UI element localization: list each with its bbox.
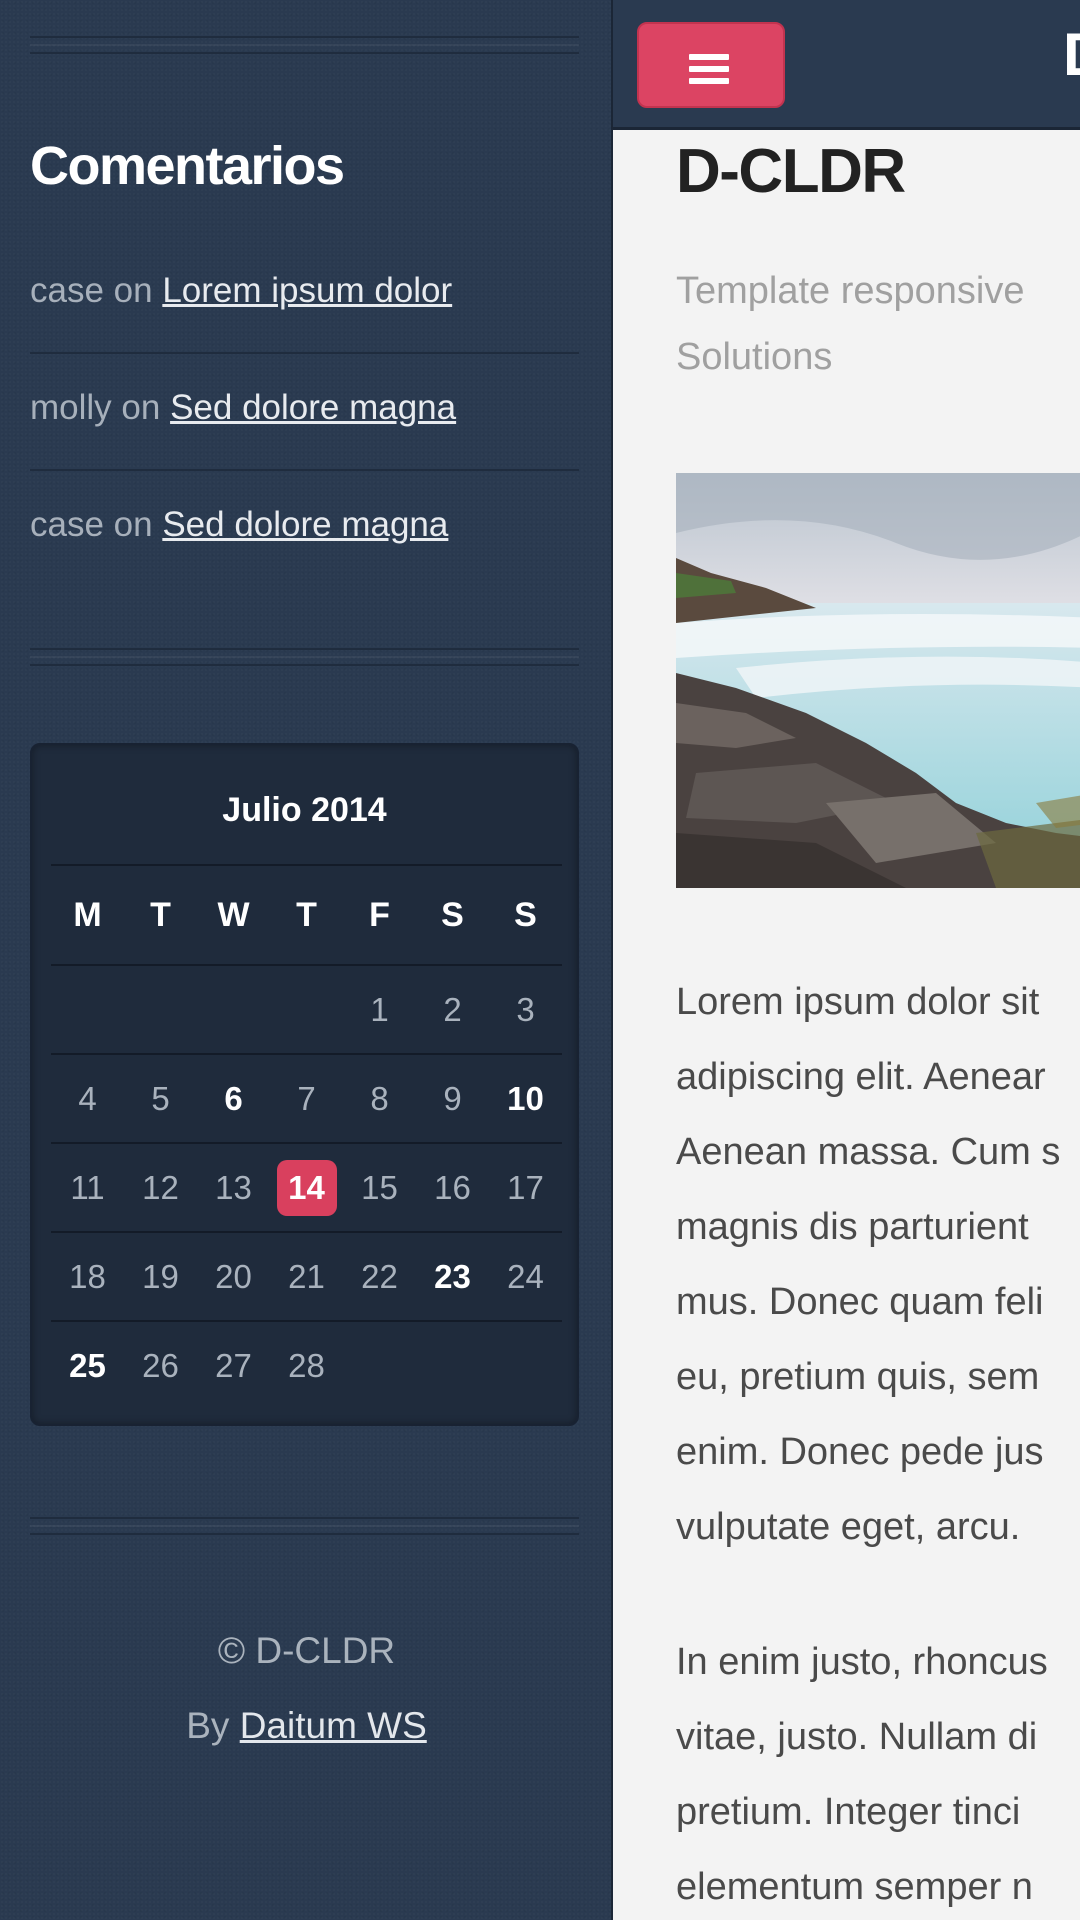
calendar-day: 21 (288, 1257, 325, 1295)
calendar-day: 18 (69, 1257, 106, 1295)
calendar-day: 2 (443, 990, 462, 1028)
calendar-day: 15 (361, 1168, 398, 1206)
menu-button[interactable] (637, 22, 785, 108)
calendar-weekday-row: MTWTFSS (51, 864, 562, 964)
calendar-weekday: S (514, 895, 537, 934)
comment-separator: on (103, 271, 163, 310)
comment-author: case (30, 271, 104, 310)
calendar-day[interactable]: 25 (51, 1347, 124, 1385)
comments-heading: Comentarios (30, 136, 345, 196)
calendar-day-today[interactable]: 14 (270, 1159, 343, 1216)
hamburger-icon (689, 54, 729, 90)
calendar-day: 20 (215, 1257, 252, 1295)
comment-post-link[interactable]: Lorem ipsum dolor (162, 271, 452, 310)
page-title: D-CLDR (676, 137, 906, 206)
calendar-week-row: 18 19 20 21 22 23 24 (51, 1231, 562, 1320)
calendar-day[interactable]: 10 (489, 1080, 562, 1118)
footer-copyright: © D-CLDR (217, 1630, 396, 1671)
body-paragraph: In enim justo, rhoncus vitae, justo. Nul… (676, 1641, 1048, 1908)
comment-post-link[interactable]: Sed dolore magna (162, 505, 448, 544)
footer-credit: By Daitum WS (0, 1705, 613, 1747)
calendar-day[interactable]: 6 (197, 1080, 270, 1118)
calendar-title: Julio 2014 (222, 791, 387, 829)
calendar-day: 1 (370, 990, 389, 1028)
calendar-day: 28 (288, 1346, 325, 1384)
comments-list: case on Lorem ipsum dolor molly on Sed d… (30, 237, 579, 588)
calendar-day: 3 (516, 990, 535, 1028)
body-paragraph: Lorem ipsum dolor sit adipiscing elit. A… (676, 981, 1061, 1548)
comment-author: case (30, 505, 104, 544)
calendar-day: 4 (78, 1079, 97, 1117)
comment-item: case on Sed dolore magna (30, 471, 579, 588)
calendar-weekday: W (217, 895, 250, 934)
calendar-day: 11 (70, 1168, 105, 1206)
calendar-day: 27 (215, 1346, 252, 1384)
site-title: D (1063, 20, 1080, 89)
divider (30, 36, 579, 54)
calendar-day: 5 (151, 1079, 170, 1117)
sidebar: Comentarios case on Lorem ipsum dolor mo… (0, 0, 613, 1920)
calendar-week-row: 4 5 6 7 8 9 10 (51, 1053, 562, 1142)
comment-post-link[interactable]: Sed dolore magna (170, 388, 456, 427)
calendar-day: 22 (361, 1257, 398, 1295)
calendar-week-row: 11 12 13 14 15 16 17 (51, 1142, 562, 1231)
footer-by-label: By (186, 1705, 230, 1746)
calendar-day-number: 14 (276, 1159, 337, 1216)
calendar-day: 13 (215, 1168, 252, 1206)
calendar-weekday: F (369, 895, 390, 934)
calendar-day: 17 (507, 1168, 544, 1206)
calendar-week-row: 25 26 27 28 (51, 1320, 562, 1409)
calendar-day: 26 (142, 1346, 179, 1384)
calendar-day: 12 (142, 1168, 179, 1206)
calendar-day: 16 (434, 1168, 471, 1206)
calendar-day: 7 (297, 1079, 316, 1117)
calendar-weekday: T (296, 895, 317, 934)
divider (30, 648, 579, 666)
calendar-day: 9 (443, 1079, 462, 1117)
calendar-day: 24 (507, 1257, 544, 1295)
calendar-widget: Julio 2014 M T W T F S S 1 2 3 4 5 6 7 8 9 10 11 12 13 14 15 1… (30, 743, 579, 1426)
main-content: D-CLDR Template responsive Solutions Lor… (613, 130, 1080, 1920)
calendar-weekday: S (441, 895, 464, 934)
top-bar: D (613, 0, 1080, 130)
calendar-grid: M T W T F S S 1 2 3 4 5 6 7 8 9 10 11 12 13 14 15 16 17 18 19 20 21… (51, 864, 562, 1409)
calendar-day: 8 (370, 1079, 389, 1117)
comment-author: molly (30, 388, 112, 427)
comment-item: molly on Sed dolore magna (30, 354, 579, 471)
calendar-weekday: T (150, 895, 171, 934)
footer-author-link[interactable]: Daitum WS (240, 1705, 427, 1746)
calendar-weekday: M (73, 895, 102, 934)
calendar-week-row: 1 2 3 (51, 964, 562, 1053)
calendar-day[interactable]: 23 (416, 1258, 489, 1296)
divider (30, 1517, 579, 1535)
comment-separator: on (111, 388, 171, 427)
hero-image (676, 473, 1080, 888)
calendar-day: 19 (142, 1257, 179, 1295)
waterfall-landscape-image (676, 473, 1080, 888)
page-subtitle: Template responsive Solutions (676, 270, 1025, 378)
comment-separator: on (103, 505, 163, 544)
comment-item: case on Lorem ipsum dolor (30, 237, 579, 354)
